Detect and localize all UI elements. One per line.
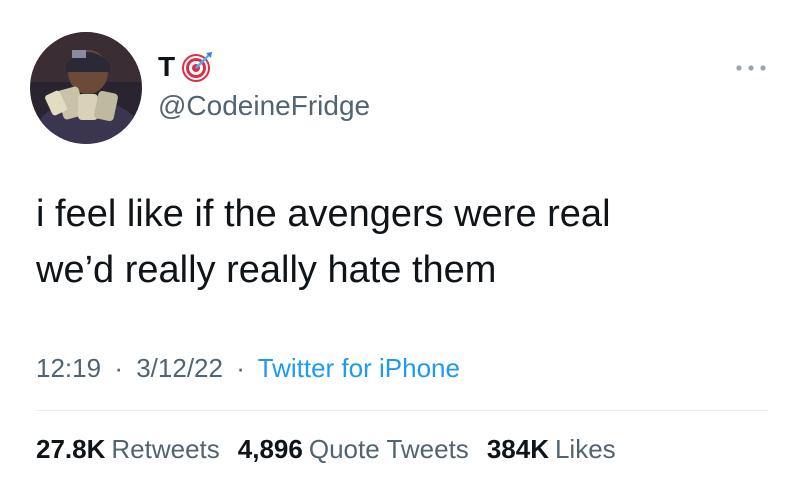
retweets-count: 27.8K — [36, 434, 106, 464]
display-name-row: T — [158, 50, 213, 84]
tweet-date[interactable]: 3/12/22 — [136, 353, 223, 383]
avatar-image — [30, 32, 142, 144]
tweet-stats: 27.8K Retweets 4,896 Quote Tweets 384K Like… — [36, 434, 616, 465]
tweet-card: T @CodeineFridge i feel like if the aven… — [0, 0, 800, 482]
display-name[interactable]: T — [158, 51, 175, 83]
more-horizontal-icon[interactable] — [733, 58, 769, 78]
quote-tweets-label: Quote Tweets — [308, 434, 469, 464]
tweet-time[interactable]: 12:19 — [36, 353, 101, 383]
user-handle[interactable]: @CodeineFridge — [158, 90, 370, 122]
meta-separator: · — [236, 353, 245, 383]
likes-count: 384K — [486, 434, 549, 464]
retweets-label: Retweets — [111, 434, 220, 464]
likes-stat[interactable]: 384K Likes — [487, 434, 616, 465]
avatar[interactable] — [30, 32, 142, 144]
tweet-text-line-1: i feel like if the avengers were real — [36, 193, 611, 235]
likes-label: Likes — [554, 434, 616, 464]
meta-separator: · — [114, 353, 123, 383]
quote-tweets-count: 4,896 — [237, 434, 303, 464]
tweet-source-link[interactable]: Twitter for iPhone — [258, 353, 460, 383]
direct-hit-target-icon — [182, 52, 213, 82]
tweet-text-line-2: we’d really really hate them — [36, 249, 497, 291]
quote-tweets-stat[interactable]: 4,896 Quote Tweets — [238, 434, 469, 465]
retweets-stat[interactable]: 27.8K Retweets — [36, 434, 220, 465]
tweet-meta: 12:19 · 3/12/22 · Twitter for iPhone — [36, 353, 460, 384]
tweet-text: i feel like if the avengers were real we… — [36, 186, 766, 298]
divider — [36, 410, 768, 411]
